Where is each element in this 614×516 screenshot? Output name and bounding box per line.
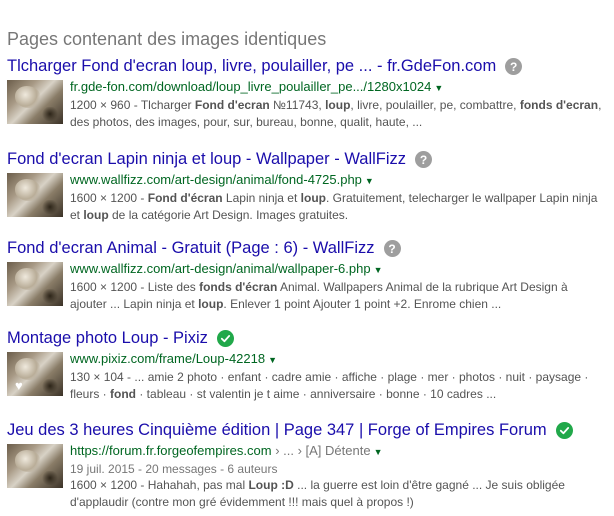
check-circle-icon[interactable]: [555, 422, 573, 439]
result-snippet: 1600 × 1200 - Hahahah, pas mal Loup :D .…: [70, 477, 607, 511]
result-url: www.wallfizz.com/art-design/animal/wallp…: [70, 261, 371, 276]
snippet-text: 1600 × 1200 - Liste des: [70, 280, 200, 294]
triangle-down-icon[interactable]: ▼: [434, 83, 443, 93]
snippet-text: · tableau · st valentin je t aime · anni…: [136, 387, 497, 401]
snippet-text: . Enlever 1 point Ajouter 1 point +2. En…: [223, 297, 502, 311]
result-title-link[interactable]: Montage photo Loup - Pixiz: [7, 329, 208, 348]
result-snippet: 1600 × 1200 - Liste des fonds d'écran An…: [70, 279, 607, 313]
result-snippet: 130 × 104 - ... amie 2 photo · enfant · …: [70, 369, 607, 403]
thumbnail-image[interactable]: [7, 173, 63, 217]
thumbnail-image[interactable]: [7, 80, 63, 124]
result-breadcrumb: › ... › [A] Détente: [271, 443, 371, 458]
result-item: Jeu des 3 heures Cinquième édition | Pag…: [7, 421, 607, 511]
snippet-bold-text: loup: [83, 208, 109, 222]
snippet-bold-text: fond: [110, 387, 137, 401]
snippet-text: №11743,: [269, 98, 326, 112]
check-circle-icon[interactable]: [216, 330, 234, 347]
section-heading: Pages contenant des images identiques: [7, 29, 327, 49]
result-item: Montage photo Loup - Pixiz ♥ www.pixiz.c…: [7, 329, 607, 403]
snippet-bold-text: loup: [198, 297, 224, 311]
result-item: Fond d'ecran Lapin ninja et loup - Wallp…: [7, 150, 607, 224]
question-circle-icon[interactable]: ?: [415, 151, 433, 168]
result-title-link[interactable]: Fond d'ecran Animal - Gratuit (Page : 6)…: [7, 239, 375, 258]
thumbnail-image[interactable]: [7, 444, 63, 488]
snippet-bold-text: loup: [300, 191, 326, 205]
snippet-bold-text: loup: [325, 98, 351, 112]
result-date: 19 juil. 2015 - 20 messages - 6 auteurs: [70, 462, 278, 476]
result-url: https://forum.fr.forgeofempires.com: [70, 443, 272, 458]
triangle-down-icon[interactable]: ▼: [374, 265, 383, 275]
snippet-bold-text: Loup :D: [248, 478, 294, 492]
snippet-bold-text: fonds: [519, 98, 553, 112]
snippet-text: , livre, poulailler, pe, combattre,: [350, 98, 520, 112]
result-item: Tlcharger Fond d'ecran loup, livre, poul…: [7, 57, 607, 131]
question-circle-icon[interactable]: ?: [383, 240, 401, 257]
snippet-bold-text: Fond d'écran: [147, 191, 223, 205]
snippet-text: 1200 × 960 - Tlcharger: [70, 98, 195, 112]
result-title-link[interactable]: Jeu des 3 heures Cinquième édition | Pag…: [7, 421, 547, 440]
snippet-text: de la catégorie Art Design. Images gratu…: [108, 208, 349, 222]
result-url: fr.gde-fon.com/download/loup_livre_poula…: [70, 79, 432, 94]
thumbnail-image[interactable]: ♥: [7, 352, 63, 396]
question-circle-icon[interactable]: ?: [505, 58, 523, 75]
heart-icon: ♥: [15, 378, 23, 393]
triangle-down-icon[interactable]: ▼: [365, 176, 374, 186]
snippet-bold-text: Fond d'ecran: [194, 98, 270, 112]
result-url: www.pixiz.com/frame/Loup-42218: [70, 351, 266, 366]
snippet-bold-text: fonds d'écran: [199, 280, 278, 294]
triangle-down-icon[interactable]: ▼: [268, 355, 277, 365]
snippet-text: Lapin ninja et: [222, 191, 301, 205]
result-url: www.wallfizz.com/art-design/animal/fond-…: [70, 172, 362, 187]
result-snippet: 1200 × 960 - Tlcharger Fond d'ecran №117…: [70, 97, 607, 131]
triangle-down-icon[interactable]: ▼: [374, 447, 383, 457]
result-snippet: 1600 × 1200 - Fond d'écran Lapin ninja e…: [70, 190, 607, 224]
snippet-text: 1600 × 1200 - Hahahah, pas mal: [70, 478, 249, 492]
snippet-bold-text: d'ecran: [555, 98, 599, 112]
snippet-text: 1600 × 1200 -: [70, 191, 148, 205]
result-title-link[interactable]: Tlcharger Fond d'ecran loup, livre, poul…: [7, 57, 496, 76]
result-title-link[interactable]: Fond d'ecran Lapin ninja et loup - Wallp…: [7, 150, 406, 169]
thumbnail-image[interactable]: [7, 262, 63, 306]
result-item: Fond d'ecran Animal - Gratuit (Page : 6)…: [7, 239, 607, 313]
